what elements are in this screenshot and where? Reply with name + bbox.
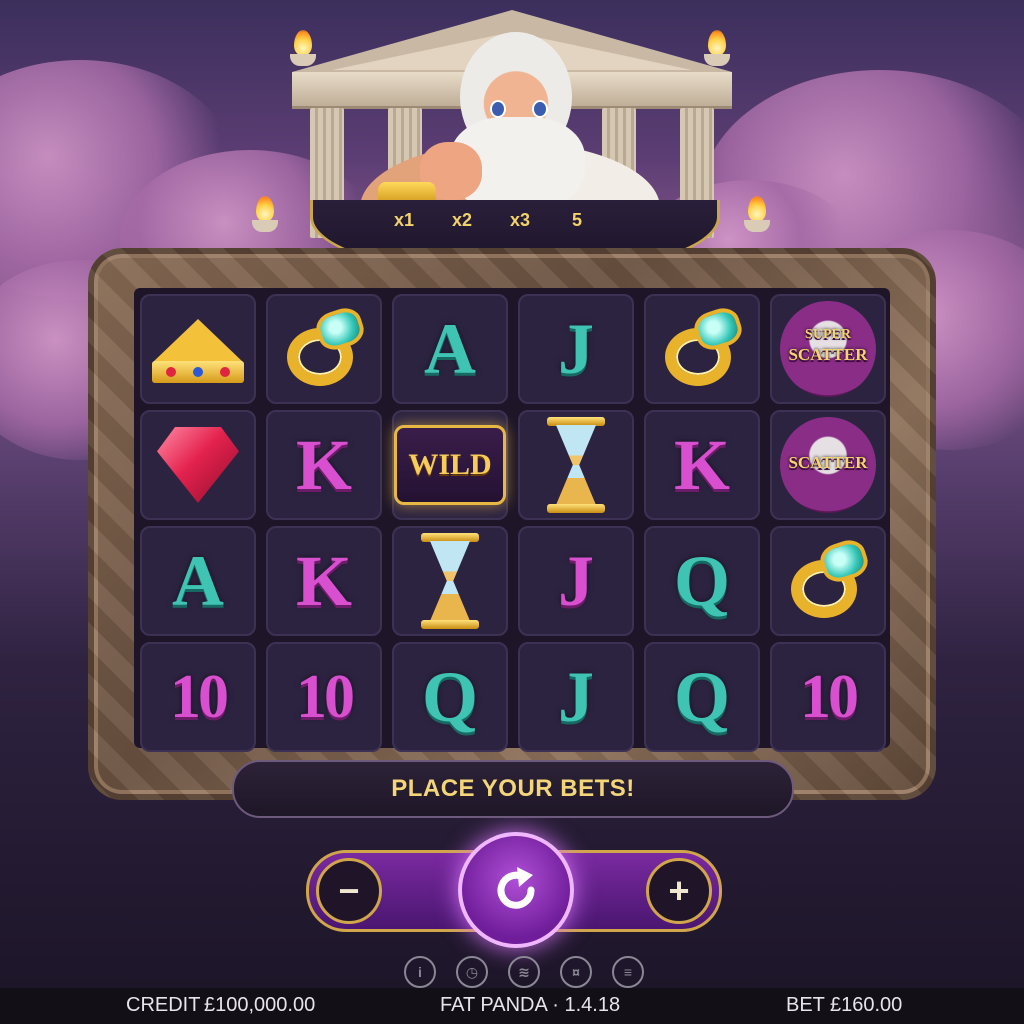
symbol-10: 10	[296, 663, 355, 731]
symbol-j: J	[558, 657, 594, 737]
reel-cell: A	[392, 294, 508, 404]
increase-bet-button[interactable]: +	[646, 858, 712, 924]
reel-cell: SUPER SCATTER	[770, 294, 886, 404]
reel-cell: Q	[644, 642, 760, 752]
reel-cell: 10	[140, 642, 256, 752]
reel-cell: K	[266, 410, 382, 520]
wild-symbol: WILD	[394, 425, 506, 505]
reel-cell	[140, 410, 256, 520]
reel-cell: J	[518, 294, 634, 404]
multiplier-x2: x2	[452, 210, 473, 230]
reel-cell: Q	[644, 526, 760, 636]
reel-cell: J	[518, 642, 634, 752]
symbol-j: J	[558, 541, 594, 621]
bet-settings-icon[interactable]: ≡	[612, 956, 644, 988]
reel-cell	[266, 294, 382, 404]
reel-cell: K	[644, 410, 760, 520]
reel-cell	[770, 526, 886, 636]
torch-icon	[704, 30, 730, 68]
info-icon[interactable]: i	[404, 956, 436, 988]
symbol-j: J	[558, 309, 594, 389]
multiplier-x3: x3	[510, 210, 531, 230]
reel-cell	[140, 294, 256, 404]
symbol-a: A	[172, 541, 224, 621]
credit-label: CREDIT	[126, 994, 201, 1016]
bet-label: BET	[786, 994, 825, 1016]
symbol-k: K	[295, 541, 352, 621]
torch-icon	[252, 196, 278, 234]
torch-icon	[744, 196, 770, 234]
scatter-symbol: SCATTER	[780, 417, 876, 513]
ring-icon	[659, 303, 746, 392]
ring-icon	[785, 535, 872, 624]
symbol-q: Q	[673, 657, 730, 737]
turbo-icon[interactable]: ≋	[508, 956, 540, 988]
bottom-toolbar: i ◷ ≋ ¤ ≡	[404, 956, 644, 988]
reel-cell: WILD	[392, 410, 508, 520]
reel-cell: A	[140, 526, 256, 636]
autoplay-icon[interactable]: ◷	[456, 956, 488, 988]
symbol-k: K	[295, 425, 352, 505]
crown-icon	[152, 309, 244, 389]
reel-cell: J	[518, 526, 634, 636]
symbol-10: 10	[170, 663, 229, 731]
reel-cell: Q	[392, 642, 508, 752]
hourglass-icon	[421, 533, 479, 629]
spin-button[interactable]	[458, 832, 574, 948]
symbol-a: A	[424, 309, 476, 389]
coins-icon[interactable]: ¤	[560, 956, 592, 988]
reel-cell: K	[266, 526, 382, 636]
reel-cell: 10	[266, 642, 382, 752]
footer-bar: CREDIT £100,000.00 FAT PANDA · 1.4.18 BE…	[0, 988, 1024, 1024]
symbol-q: Q	[673, 541, 730, 621]
symbol-10: 10	[800, 663, 859, 731]
reel-cell	[644, 294, 760, 404]
scatter-label: SCATTER	[788, 453, 868, 472]
credit-value: £100,000.00	[204, 994, 316, 1016]
reel-cell: 10	[770, 642, 886, 752]
symbol-q: Q	[421, 657, 478, 737]
scatter-label-top: SUPER	[805, 327, 851, 342]
multiplier-x1: x1	[394, 210, 415, 230]
hourglass-icon	[547, 417, 605, 513]
reel-cell	[518, 410, 634, 520]
multiplier-5: 5	[572, 210, 583, 230]
status-banner: PLACE YOUR BETS!	[232, 760, 794, 818]
super-scatter-symbol: SUPER SCATTER	[780, 301, 876, 397]
bet-value: £160.00	[830, 994, 903, 1016]
ring-icon	[281, 303, 368, 392]
symbol-k: K	[673, 425, 730, 505]
reel-cell	[392, 526, 508, 636]
torch-icon	[290, 30, 316, 68]
game-name: FAT PANDA · 1.4.18	[440, 994, 621, 1016]
scatter-label: SCATTER	[788, 345, 868, 364]
ruby-icon	[157, 427, 239, 503]
decrease-bet-button[interactable]: −	[316, 858, 382, 924]
reel-cell: SCATTER	[770, 410, 886, 520]
refresh-icon	[497, 867, 535, 909]
